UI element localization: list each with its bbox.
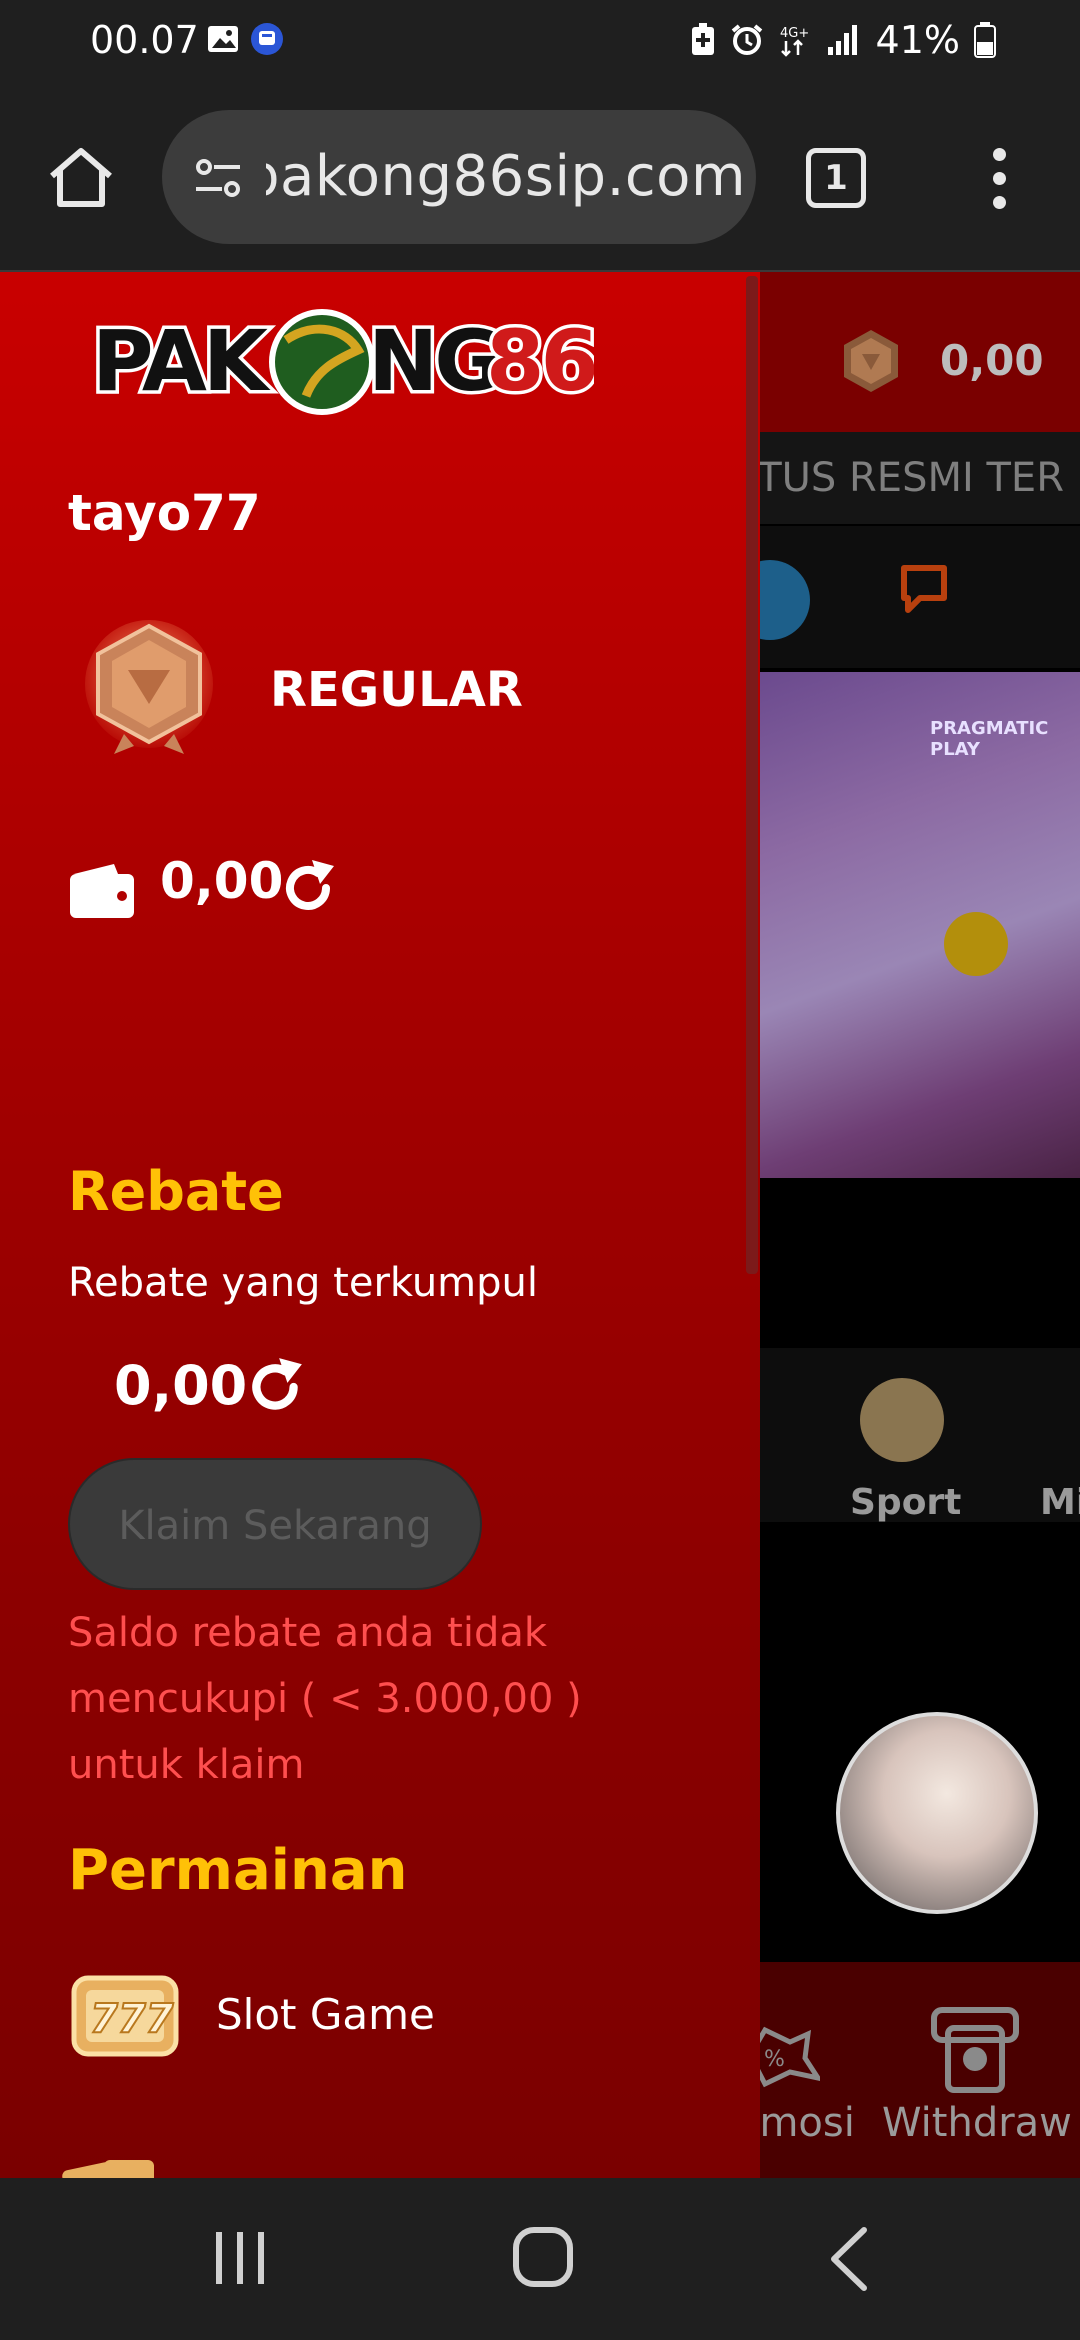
address-bar[interactable]: pakong86sip.com xyxy=(162,110,756,244)
status-bar: 00.07 4G+ 41% xyxy=(0,0,1080,80)
banner-next-icon xyxy=(944,912,1008,976)
svg-text:4G+: 4G+ xyxy=(780,26,809,41)
home-icon[interactable] xyxy=(46,146,116,210)
app-root: 00.07 4G+ 41% pakong86sip.com 1 0,00 TUS… xyxy=(0,0,1080,2340)
bg-marquee: SITUS RESMI TER xyxy=(760,432,1080,524)
system-nav-bar xyxy=(0,2178,1080,2340)
claim-now-button[interactable]: Klaim Sekarang xyxy=(68,1458,482,1590)
bg-nav-promo: Promosi xyxy=(760,2100,855,2146)
bg-balance: 0,00 xyxy=(940,336,1044,385)
bg-category-more: Mi xyxy=(1040,1482,1080,1523)
app-notification-icon xyxy=(251,23,283,55)
bg-category-row: Sport Mi xyxy=(760,1348,1080,1523)
bg-category-sport: Sport xyxy=(850,1482,962,1523)
svg-text:PAK: PAK xyxy=(92,312,271,410)
side-drawer: PAK NG 86 tayo77 REGULAR 0,00 Rebate Reb… xyxy=(0,272,760,2178)
rebate-warning: Saldo rebate anda tidak mencukupi ( < 3.… xyxy=(68,1610,582,1788)
bg-header: 0,00 xyxy=(760,272,1080,432)
wallet-balance: 0,00 xyxy=(160,852,284,910)
browser-toolbar: pakong86sip.com 1 xyxy=(0,80,1080,272)
cards-icon[interactable] xyxy=(60,2152,176,2178)
battery-percent: 41% xyxy=(875,18,960,62)
banner-brand: PRAGMATIC PLAY xyxy=(930,718,1049,760)
pakong86-logo[interactable]: PAK NG 86 xyxy=(86,300,594,418)
gallery-icon xyxy=(208,26,238,52)
url-text[interactable]: pakong86sip.com xyxy=(266,144,746,209)
promo-banner: PRAGMATIC PLAY xyxy=(760,672,1080,1178)
status-right-group: 4G+ 41% xyxy=(690,18,996,62)
svg-text:NG: NG xyxy=(368,312,499,410)
username: tayo77 xyxy=(68,484,261,542)
rebate-title: Rebate xyxy=(68,1160,284,1223)
livechat-icon xyxy=(901,565,947,613)
rebate-value: 0,00 xyxy=(114,1354,248,1417)
drawer-scrollbar[interactable] xyxy=(746,276,758,1274)
nav-home-icon[interactable] xyxy=(512,2226,574,2288)
signal-icon xyxy=(827,25,857,55)
svg-text:86: 86 xyxy=(486,312,594,410)
bg-marquee-text: SITUS RESMI TER xyxy=(760,455,1064,501)
floating-avatar xyxy=(836,1712,1038,1914)
browser-menu-icon[interactable] xyxy=(984,142,1014,214)
level-name: REGULAR xyxy=(270,662,523,718)
svg-text:%: % xyxy=(764,2047,785,2072)
rebate-subtitle: Rebate yang terkumpul xyxy=(68,1260,538,1306)
mobile-data-icon: 4G+ xyxy=(780,26,809,57)
bg-bottom-nav: % Promosi Withdraw xyxy=(760,1962,1080,2178)
promo-icon: % xyxy=(760,2026,820,2088)
status-time: 00.07 xyxy=(90,18,199,62)
tab-switcher-button[interactable]: 1 xyxy=(806,148,866,208)
site-settings-icon[interactable] xyxy=(190,150,246,206)
recents-icon[interactable] xyxy=(212,2230,268,2286)
bg-spacer xyxy=(760,1178,1080,1348)
menu-item-slot-game[interactable]: Slot Game xyxy=(216,1990,435,2039)
battery-saver-icon xyxy=(691,23,714,55)
refresh-balance-icon[interactable] xyxy=(278,858,338,918)
slot-777-icon[interactable]: 777 xyxy=(70,1972,180,2060)
svg-text:777: 777 xyxy=(90,1996,174,2042)
bg-nav-withdraw: Withdraw xyxy=(882,2100,1072,2146)
refresh-rebate-icon[interactable] xyxy=(244,1356,306,1418)
regular-level-badge-icon xyxy=(85,620,213,754)
sport-ball-icon xyxy=(860,1378,944,1462)
background-page: 0,00 SITUS RESMI TER PRAGMATIC PLAY Spor… xyxy=(760,272,1080,2178)
withdraw-icon xyxy=(931,2007,1019,2093)
alarm-icon xyxy=(731,24,762,55)
wallet-icon xyxy=(70,864,134,918)
games-section-title: Permainan xyxy=(68,1838,408,1903)
bg-level-badge-icon xyxy=(844,330,898,392)
battery-icon xyxy=(974,22,996,58)
back-icon[interactable] xyxy=(826,2226,870,2292)
